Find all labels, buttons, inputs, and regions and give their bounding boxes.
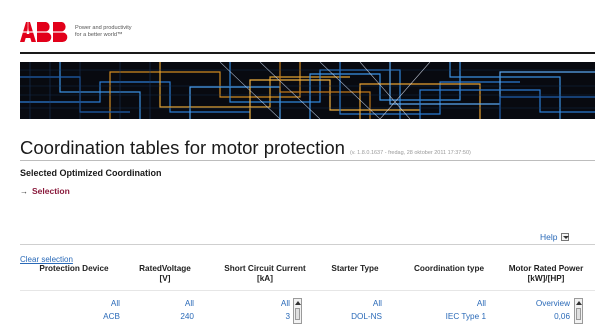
starter-type-option[interactable]: All [320, 299, 382, 308]
column-header-label: Short Circuit Current [224, 264, 306, 273]
column-header-starter-type: Starter Type [320, 264, 390, 274]
abb-logo [20, 22, 68, 42]
chevron-down-icon[interactable] [561, 233, 570, 241]
coordination-type-option[interactable]: All [404, 299, 486, 308]
app-window: Power and productivity for a better worl… [0, 0, 595, 324]
version-info: (v. 1.8.0.1637 - fredag, 28 oktober 2011… [349, 150, 471, 156]
column-header-unit: [V] [159, 274, 171, 283]
header-banner-image [20, 62, 595, 119]
help-link[interactable]: Help [540, 232, 570, 242]
column-header-label: RatedVoltage [139, 264, 191, 273]
rated-voltage-option[interactable]: 240 [130, 312, 194, 321]
help-divider [20, 244, 595, 245]
column-header-unit: [kW]/[HP] [527, 274, 565, 283]
short-circuit-list-scrollbar[interactable] [293, 298, 302, 324]
protection-device-option[interactable]: ACB [24, 312, 120, 321]
column-header-label: Coordination type [413, 264, 485, 273]
protection-device-option[interactable]: All [24, 299, 120, 308]
motor-power-option[interactable]: 0,06 [500, 312, 570, 321]
brand-tagline: Power and productivity for a better worl… [75, 25, 132, 39]
selection-label[interactable]: Selection [32, 186, 70, 196]
title-divider [20, 160, 595, 161]
scroll-up-icon[interactable] [295, 301, 301, 305]
column-header-protection-device: Protection Device [24, 264, 124, 274]
header-logo[interactable]: Power and productivity for a better worl… [20, 22, 132, 42]
section-title: Selected Optimized Coordination [20, 168, 162, 178]
starter-type-option[interactable]: DOL-NS [320, 312, 382, 321]
tagline-line-1: Power and productivity [75, 25, 132, 31]
column-header-label: Protection Device [39, 264, 109, 273]
rated-voltage-option[interactable]: All [130, 299, 194, 308]
column-header-label: Starter Type [331, 264, 379, 273]
motor-power-option[interactable]: Overview [500, 299, 570, 308]
help-label[interactable]: Help [540, 232, 557, 242]
column-header-motor-rated-power: Motor Rated Power [kW]/[HP] [500, 264, 592, 284]
column-header-label: Motor Rated Power [508, 264, 584, 273]
header-divider [20, 52, 595, 54]
scroll-thumb[interactable] [576, 308, 581, 320]
title-row: Coordination tables for motor protection… [20, 137, 471, 159]
table-header-divider [20, 290, 595, 291]
tagline-line-2: for a better world™ [75, 32, 123, 38]
scroll-thumb[interactable] [295, 308, 300, 320]
scroll-up-icon[interactable] [576, 301, 582, 305]
column-header-coordination-type: Coordination type [404, 264, 494, 274]
coordination-type-option[interactable]: IEC Type 1 [404, 312, 486, 321]
page-title: Coordination tables for motor protection [20, 137, 345, 158]
short-circuit-option[interactable]: 3 [212, 312, 290, 321]
selection-link[interactable]: → Selection [20, 186, 70, 196]
column-header-unit: [kA] [257, 274, 273, 283]
short-circuit-option[interactable]: All [212, 299, 290, 308]
arrow-right-icon: → [20, 186, 28, 196]
clear-selection-link[interactable]: Clear selection [20, 255, 73, 264]
column-header-rated-voltage: RatedVoltage [V] [130, 264, 200, 284]
column-header-short-circuit-current: Short Circuit Current [kA] [212, 264, 318, 284]
motor-power-list-scrollbar[interactable] [574, 298, 583, 324]
